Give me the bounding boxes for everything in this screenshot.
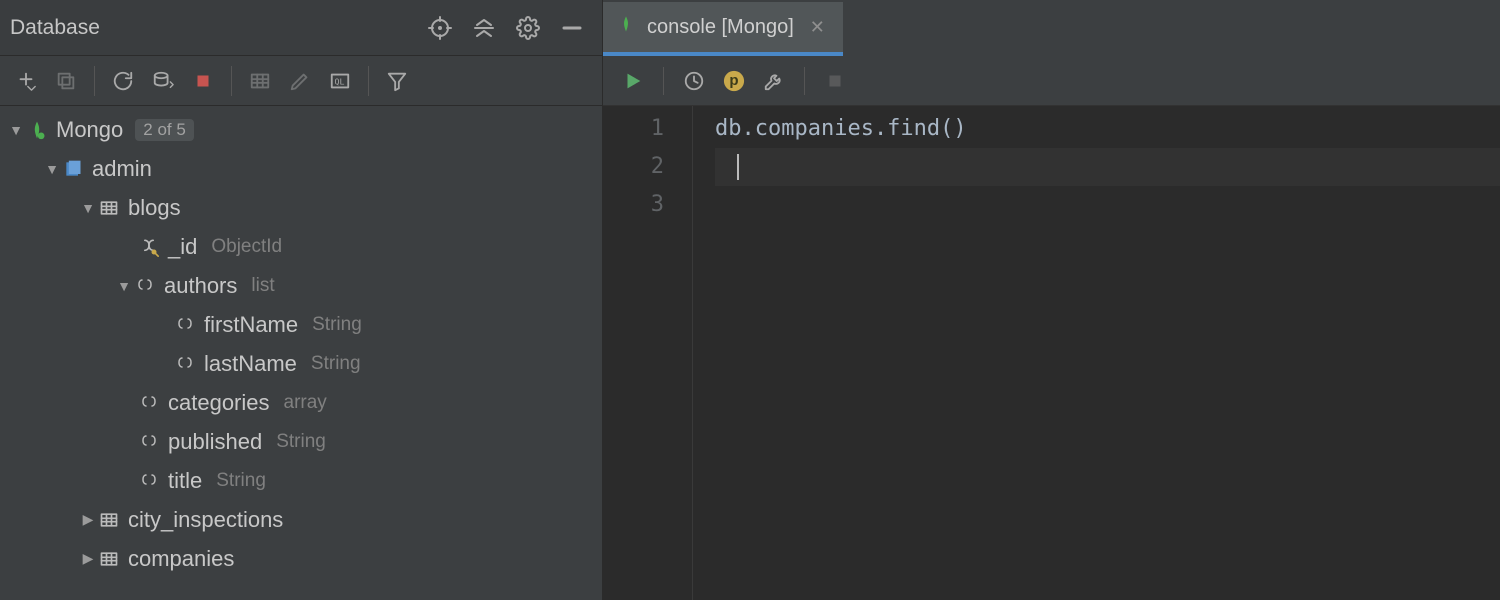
chevron-down-icon[interactable]: ▼ xyxy=(8,122,24,138)
stop-editor-button[interactable] xyxy=(815,62,855,100)
settings-wrench-button[interactable] xyxy=(754,62,794,100)
run-button[interactable] xyxy=(613,62,653,100)
code-line[interactable]: db.companies.find() xyxy=(715,110,1500,148)
tree-type: String xyxy=(311,353,361,375)
object-field-icon xyxy=(132,277,158,295)
stop-button[interactable] xyxy=(183,62,223,100)
open-console-button[interactable]: QL xyxy=(320,62,360,100)
code-line[interactable] xyxy=(715,186,1500,224)
tree-type: String xyxy=(216,470,266,492)
tree-node-field-categories[interactable]: categories array xyxy=(0,383,602,422)
chevron-right-icon[interactable]: ▶ xyxy=(80,511,96,528)
minimize-icon[interactable] xyxy=(554,10,590,46)
svg-text:QL: QL xyxy=(335,76,345,86)
parameters-button[interactable]: p xyxy=(714,62,754,100)
toolbar-separator xyxy=(231,66,232,96)
table-view-button[interactable] xyxy=(240,62,280,100)
add-datasource-button[interactable] xyxy=(6,62,46,100)
toolbar-separator xyxy=(368,66,369,96)
toolbar-separator xyxy=(94,66,95,96)
toolbar-separator xyxy=(663,67,664,95)
chevron-down-icon[interactable]: ▼ xyxy=(80,200,96,216)
tree-label: blogs xyxy=(128,195,181,221)
line-number: 2 xyxy=(603,148,664,186)
database-tree[interactable]: ▼ Mongo 2 of 5 ▼ admin ▼ blogs _i xyxy=(0,106,602,600)
edit-button[interactable] xyxy=(280,62,320,100)
tree-type: array xyxy=(284,392,327,414)
database-toolbar: QL xyxy=(0,56,602,106)
table-icon xyxy=(96,549,122,569)
chevron-right-icon[interactable]: ▶ xyxy=(80,550,96,567)
toolbar-separator xyxy=(804,67,805,95)
refresh-button[interactable] xyxy=(103,62,143,100)
database-icon xyxy=(60,159,86,179)
tree-label: _id xyxy=(168,234,197,260)
tree-node-field-lastname[interactable]: lastName String xyxy=(0,344,602,383)
line-number: 1 xyxy=(603,110,664,148)
object-field-icon xyxy=(136,472,162,490)
tree-label: lastName xyxy=(204,351,297,377)
object-field-icon xyxy=(136,433,162,451)
tree-label: authors xyxy=(164,273,237,299)
tree-node-field-published[interactable]: published String xyxy=(0,422,602,461)
object-field-icon xyxy=(136,394,162,412)
database-panel: Database xyxy=(0,0,603,600)
tree-label: categories xyxy=(168,390,270,416)
collapse-all-icon[interactable] xyxy=(466,10,502,46)
tree-label: published xyxy=(168,429,262,455)
tree-node-field-firstname[interactable]: firstName String xyxy=(0,305,602,344)
duplicate-button[interactable] xyxy=(46,62,86,100)
chevron-down-icon[interactable]: ▼ xyxy=(116,278,132,294)
object-field-icon xyxy=(172,316,198,334)
tree-node-field-authors[interactable]: ▼ authors list xyxy=(0,266,602,305)
filter-button[interactable] xyxy=(377,62,417,100)
table-icon xyxy=(96,198,122,218)
table-icon xyxy=(96,510,122,530)
parameters-badge-text: p xyxy=(729,72,738,89)
database-panel-header: Database xyxy=(0,0,602,56)
tree-count-badge: 2 of 5 xyxy=(135,119,194,141)
settings-icon[interactable] xyxy=(510,10,546,46)
tab-label: console [Mongo] xyxy=(647,16,794,39)
tree-type: String xyxy=(276,431,326,453)
datasource-properties-button[interactable] xyxy=(143,62,183,100)
tree-label: firstName xyxy=(204,312,298,338)
object-field-icon xyxy=(172,355,198,373)
chevron-down-icon[interactable]: ▼ xyxy=(44,161,60,177)
history-button[interactable] xyxy=(674,62,714,100)
tree-type: String xyxy=(312,314,362,336)
tree-label: city_inspections xyxy=(128,507,283,533)
tree-node-collection-blogs[interactable]: ▼ blogs xyxy=(0,188,602,227)
tree-label: admin xyxy=(92,156,152,182)
tab-console-mongo[interactable]: console [Mongo] ✕ xyxy=(603,2,843,56)
tree-node-database[interactable]: ▼ admin xyxy=(0,149,602,188)
editor-gutter: 1 2 3 xyxy=(603,106,693,600)
tree-label: Mongo xyxy=(56,117,123,143)
editor-toolbar: p xyxy=(603,56,1500,106)
scroll-to-target-icon[interactable] xyxy=(422,10,458,46)
mongo-leaf-icon xyxy=(24,120,50,140)
tree-type: ObjectId xyxy=(211,236,282,258)
tree-node-datasource[interactable]: ▼ Mongo 2 of 5 xyxy=(0,110,602,149)
tree-node-collection-city-inspections[interactable]: ▶ city_inspections xyxy=(0,500,602,539)
mongo-leaf-icon xyxy=(617,15,635,39)
tree-label: companies xyxy=(128,546,234,572)
text-caret xyxy=(737,154,739,180)
tree-label: title xyxy=(168,468,202,494)
code-line-active[interactable] xyxy=(715,148,1500,186)
panel-title: Database xyxy=(10,16,414,40)
tree-node-field-id[interactable]: _id ObjectId xyxy=(0,227,602,266)
code-editor[interactable]: 1 2 3 db.companies.find() xyxy=(603,106,1500,600)
editor-content[interactable]: db.companies.find() xyxy=(693,106,1500,600)
key-field-icon xyxy=(136,237,162,257)
editor-tabbar: console [Mongo] ✕ xyxy=(603,0,1500,56)
tree-node-collection-companies[interactable]: ▶ companies xyxy=(0,539,602,578)
tree-type: list xyxy=(251,275,274,297)
tree-node-field-title[interactable]: title String xyxy=(0,461,602,500)
close-tab-icon[interactable]: ✕ xyxy=(810,17,825,38)
editor-panel: console [Mongo] ✕ p 1 2 3 db.compan xyxy=(603,0,1500,600)
line-number: 3 xyxy=(603,186,664,224)
